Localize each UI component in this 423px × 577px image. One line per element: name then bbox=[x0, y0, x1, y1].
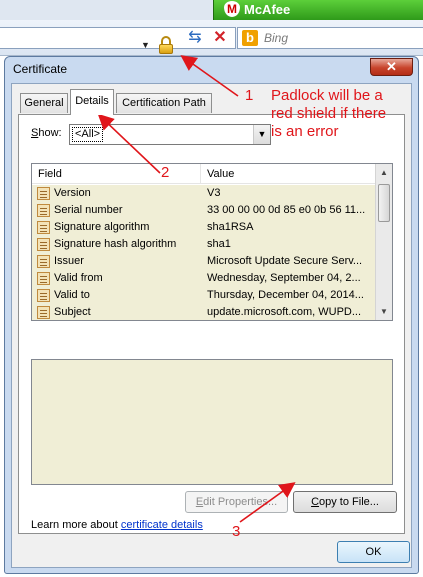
scroll-up-icon[interactable]: ▲ bbox=[376, 164, 392, 181]
search-placeholder: Bing bbox=[264, 31, 289, 45]
table-row[interactable]: Signature algorithm sha1RSA bbox=[32, 219, 375, 236]
copy-to-file-button[interactable]: Copy to File... bbox=[293, 491, 397, 513]
row-field: Issuer bbox=[54, 255, 84, 267]
chevron-down-icon[interactable]: ▼ bbox=[253, 125, 270, 144]
certificate-dialog: Certificate ✕ General Details Certificat… bbox=[4, 56, 419, 574]
address-dropdown-icon[interactable]: ▼ bbox=[141, 40, 150, 50]
row-field: Subject bbox=[54, 306, 91, 318]
scroll-down-icon[interactable]: ▼ bbox=[376, 303, 392, 320]
dialog-body: General Details Certification Path Show:… bbox=[11, 83, 412, 568]
column-header-field[interactable]: Field bbox=[38, 168, 62, 180]
row-field: Valid to bbox=[54, 289, 90, 301]
certificate-details-link[interactable]: certificate details bbox=[121, 519, 203, 531]
details-panel: Show: <All> ▼ Field Value Version V3 Ser… bbox=[18, 114, 405, 534]
certificate-field-icon bbox=[37, 289, 50, 302]
certificate-field-icon bbox=[37, 306, 50, 319]
row-field: Signature hash algorithm bbox=[54, 238, 177, 250]
tab-general[interactable]: General bbox=[20, 93, 68, 113]
ok-button[interactable]: OK bbox=[337, 541, 410, 563]
column-divider[interactable] bbox=[200, 164, 201, 184]
mcafee-icon: M bbox=[224, 1, 240, 17]
table-row[interactable]: Valid from Wednesday, September 04, 2... bbox=[32, 270, 375, 287]
show-label: Show: bbox=[31, 127, 62, 139]
row-field: Serial number bbox=[54, 204, 123, 216]
row-value: update.microsoft.com, WUPD... bbox=[207, 306, 362, 318]
show-dropdown-value: <All> bbox=[72, 127, 104, 142]
row-field: Version bbox=[54, 187, 91, 199]
stop-icon[interactable]: ✕ bbox=[210, 26, 230, 50]
row-value: Thursday, December 04, 2014... bbox=[207, 289, 364, 301]
edit-properties-button[interactable]: Edit Properties... bbox=[185, 491, 288, 513]
table-row[interactable]: Signature hash algorithm sha1 bbox=[32, 236, 375, 253]
mcafee-label: McAfee bbox=[244, 2, 291, 17]
address-bar-row: ▼ ⇆ ✕ b Bing bbox=[0, 20, 423, 56]
field-list[interactable]: Field Value Version V3 Serial number 33 … bbox=[31, 163, 393, 321]
table-row[interactable]: Version V3 bbox=[32, 185, 375, 202]
certificate-field-icon bbox=[37, 255, 50, 268]
certificate-field-icon bbox=[37, 272, 50, 285]
table-row[interactable]: Serial number 33 00 00 00 0d 85 e0 0b 56… bbox=[32, 202, 375, 219]
row-field: Valid from bbox=[54, 272, 103, 284]
certificate-field-icon bbox=[37, 204, 50, 217]
row-value: sha1 bbox=[207, 238, 231, 250]
certificate-field-icon bbox=[37, 187, 50, 200]
certificate-field-icon bbox=[37, 221, 50, 234]
row-value: Wednesday, September 04, 2... bbox=[207, 272, 361, 284]
row-value: 33 00 00 00 0d 85 e0 0b 56 11... bbox=[207, 204, 366, 216]
show-dropdown[interactable]: <All> ▼ bbox=[69, 124, 271, 145]
vertical-scrollbar[interactable]: ▲ ▼ bbox=[375, 164, 392, 320]
column-header-value[interactable]: Value bbox=[207, 168, 234, 180]
dialog-title: Certificate bbox=[13, 62, 68, 76]
padlock-icon[interactable] bbox=[158, 36, 174, 54]
tab-details[interactable]: Details bbox=[70, 89, 114, 115]
row-value: sha1RSA bbox=[207, 221, 254, 233]
row-value: Microsoft Update Secure Serv... bbox=[207, 255, 363, 267]
field-detail-area[interactable] bbox=[31, 359, 393, 485]
table-row[interactable]: Issuer Microsoft Update Secure Serv... bbox=[32, 253, 375, 270]
row-field: Signature algorithm bbox=[54, 221, 150, 233]
mcafee-toolbar[interactable]: M McAfee bbox=[213, 0, 423, 20]
row-value: V3 bbox=[207, 187, 221, 199]
learn-more-text: Learn more about certificate details bbox=[31, 519, 203, 531]
refresh-icon[interactable]: ⇆ bbox=[184, 26, 206, 50]
list-rows: Version V3 Serial number 33 00 00 00 0d … bbox=[32, 185, 375, 320]
table-row[interactable]: Subject update.microsoft.com, WUPD... bbox=[32, 304, 375, 320]
scrollbar-thumb[interactable] bbox=[378, 184, 390, 222]
close-button[interactable]: ✕ bbox=[370, 58, 413, 76]
tab-certification-path[interactable]: Certification Path bbox=[116, 93, 212, 113]
table-row[interactable]: Valid to Thursday, December 04, 2014... bbox=[32, 287, 375, 304]
list-header: Field Value bbox=[32, 164, 375, 184]
certificate-field-icon bbox=[37, 238, 50, 251]
bing-icon: b bbox=[242, 30, 258, 46]
search-input[interactable]: b Bing bbox=[237, 27, 423, 49]
